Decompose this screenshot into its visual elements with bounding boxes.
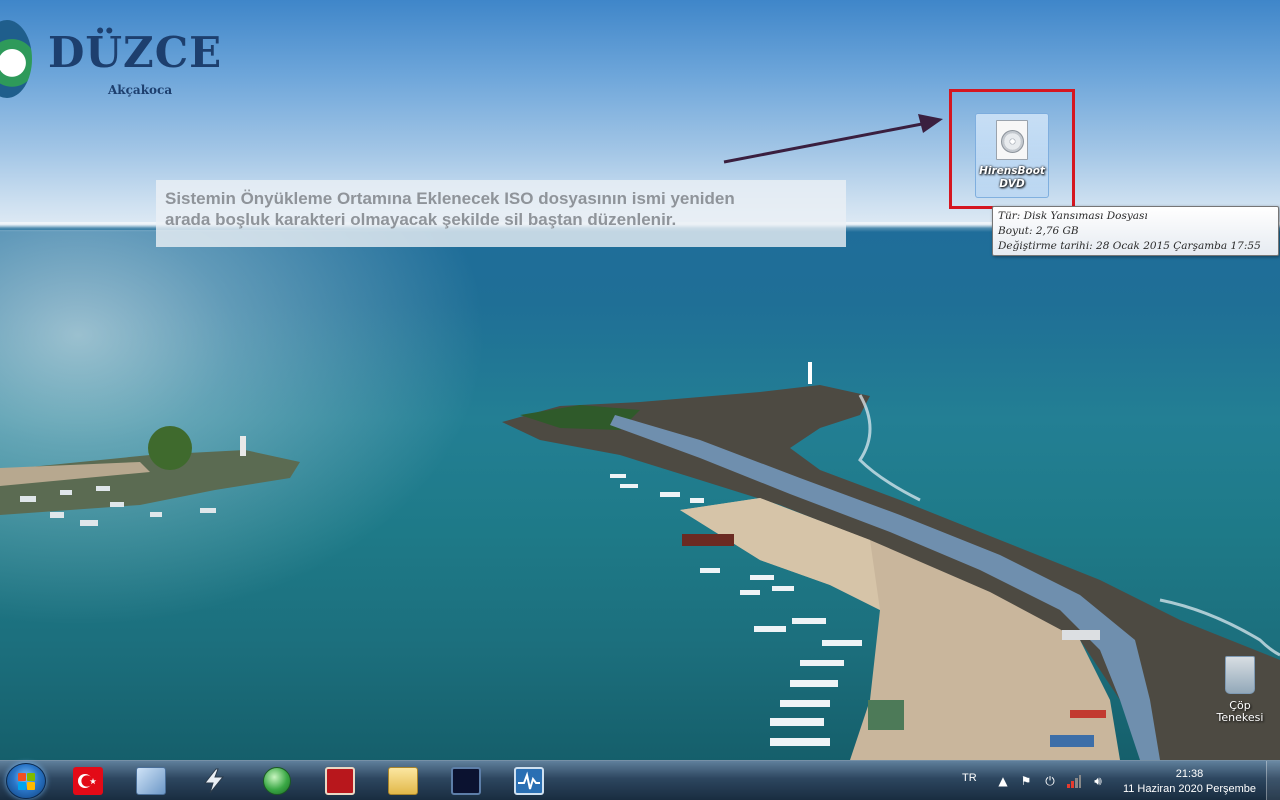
- recycle-bin-desktop-icon[interactable]: Çöp Tenekesi: [1210, 656, 1270, 741]
- folder-icon: [388, 767, 418, 795]
- red-square-app-icon: [325, 767, 355, 795]
- duzce-logo: DÜZCE Akçakoca: [0, 14, 240, 104]
- taskbar-install-wizard[interactable]: [123, 764, 179, 798]
- taskbar-resource-monitor[interactable]: [501, 764, 557, 798]
- desktop-wallpaper: DÜZCE Akçakoca: [0, 0, 1280, 760]
- desktop-icon-label: HirensBoot DVD: [976, 165, 1048, 191]
- logo-subtitle: Akçakoca: [108, 83, 173, 97]
- file-tooltip: Tür: Disk Yansıması Dosyası Boyut: 2,76 …: [992, 206, 1279, 256]
- show-desktop-button[interactable]: [1266, 761, 1280, 800]
- tooltip-size: Boyut: 2,76 GB: [998, 225, 1079, 237]
- taskbar-monitor-tool[interactable]: [438, 764, 494, 798]
- taskbar-red-app[interactable]: [312, 764, 368, 798]
- power-plug-icon[interactable]: ⏻: [1042, 773, 1058, 789]
- taskbar-network-tool[interactable]: [186, 764, 242, 798]
- installer-icon: [136, 767, 166, 795]
- hirensboot-dvd-desktop-icon[interactable]: HirensBoot DVD: [975, 113, 1049, 198]
- recycle-bin-label-line2: Tenekesi: [1216, 711, 1264, 724]
- windows-start-icon: [18, 773, 36, 791]
- iso-disc-image-icon: [996, 120, 1028, 160]
- recycle-bin-icon: [1225, 656, 1255, 694]
- tooltip-modified: Değiştirme tarihi: 28 Ocak 2015 Çarşamba…: [998, 240, 1261, 252]
- show-hidden-icons[interactable]: ▲: [995, 773, 1011, 789]
- flag-icon[interactable]: ⚑: [1018, 773, 1034, 789]
- language-indicator[interactable]: TR: [962, 772, 977, 784]
- recycle-bin-label: Çöp Tenekesi: [1210, 700, 1270, 724]
- start-button[interactable]: [6, 763, 46, 799]
- speaker-icon[interactable]: 🔊︎: [1090, 773, 1106, 789]
- taskbar-web-browser[interactable]: [249, 764, 305, 798]
- dark-terminal-icon: [451, 767, 481, 795]
- system-clock[interactable]: 21:38 11 Haziran 2020 Perşembe: [1118, 767, 1261, 797]
- tooltip-type: Tür: Disk Yansıması Dosyası: [998, 210, 1148, 222]
- clock-date: 11 Haziran 2020 Perşembe: [1122, 783, 1257, 795]
- desktop-icon-label-line1: HirensBoot: [979, 165, 1045, 177]
- pulse-monitor-icon: [514, 767, 544, 795]
- desktop-icon-label-line2: DVD: [999, 178, 1025, 190]
- annotation-note: Sistemin Önyükleme Ortamına Eklenecek IS…: [156, 180, 846, 247]
- turkey-flag-icon: [73, 767, 103, 795]
- taskbar-turkish-flag-app[interactable]: [60, 764, 116, 798]
- taskbar-file-explorer[interactable]: [375, 764, 431, 798]
- clock-time: 21:38: [1175, 768, 1204, 780]
- harbour-scene: [0, 362, 1280, 760]
- duzce-emblem-icon: [0, 20, 32, 98]
- logo-title: DÜZCE: [48, 28, 223, 77]
- annotation-line-2: arada boşluk karakteri olmayacak şekilde…: [165, 210, 677, 229]
- annotation-line-1: Sistemin Önyükleme Ortamına Eklenecek IS…: [165, 189, 735, 208]
- taskbar: TR ▲ ⚑ ⏻ 🔊︎ 21:38 11 Haziran 2020 Perşem…: [0, 760, 1280, 800]
- lightning-tool-icon: [199, 767, 229, 795]
- signal-bars-icon[interactable]: [1066, 773, 1082, 789]
- green-globe-icon: [263, 767, 291, 795]
